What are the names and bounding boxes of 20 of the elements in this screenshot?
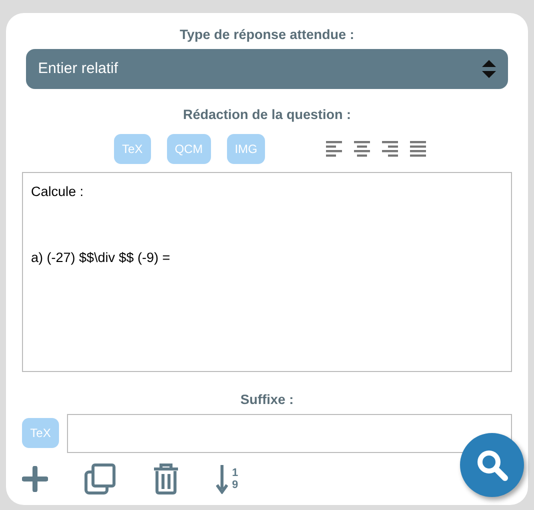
align-right-icon[interactable] (380, 140, 400, 158)
align-justify-icon[interactable] (408, 140, 428, 158)
copy-icon[interactable] (84, 462, 116, 495)
trash-icon[interactable] (152, 462, 180, 495)
insert-button[interactable]: IMG (226, 134, 266, 164)
insert-button[interactable]: TeX (114, 134, 151, 164)
field-label: Type de réponse attendue : (178, 26, 356, 44)
tex-button[interactable]: TeX (22, 418, 59, 448)
search-icon (475, 448, 509, 482)
search-button[interactable] (460, 433, 524, 497)
field-label: Rédaction de la question : (182, 106, 352, 124)
question-textarea[interactable]: Calcule : a) (-27) $$\div $$ (-9) = (22, 172, 512, 372)
insert-button[interactable]: QCM (166, 134, 211, 164)
plus-icon[interactable] (22, 466, 48, 492)
align-center-icon[interactable] (352, 140, 372, 158)
field-label: Suffixe : (239, 390, 295, 408)
suffix-field[interactable] (67, 414, 512, 453)
align-left-icon[interactable] (324, 140, 344, 158)
up-down-icon (482, 59, 496, 80)
response-type-select[interactable]: Entier relatif (26, 49, 508, 90)
